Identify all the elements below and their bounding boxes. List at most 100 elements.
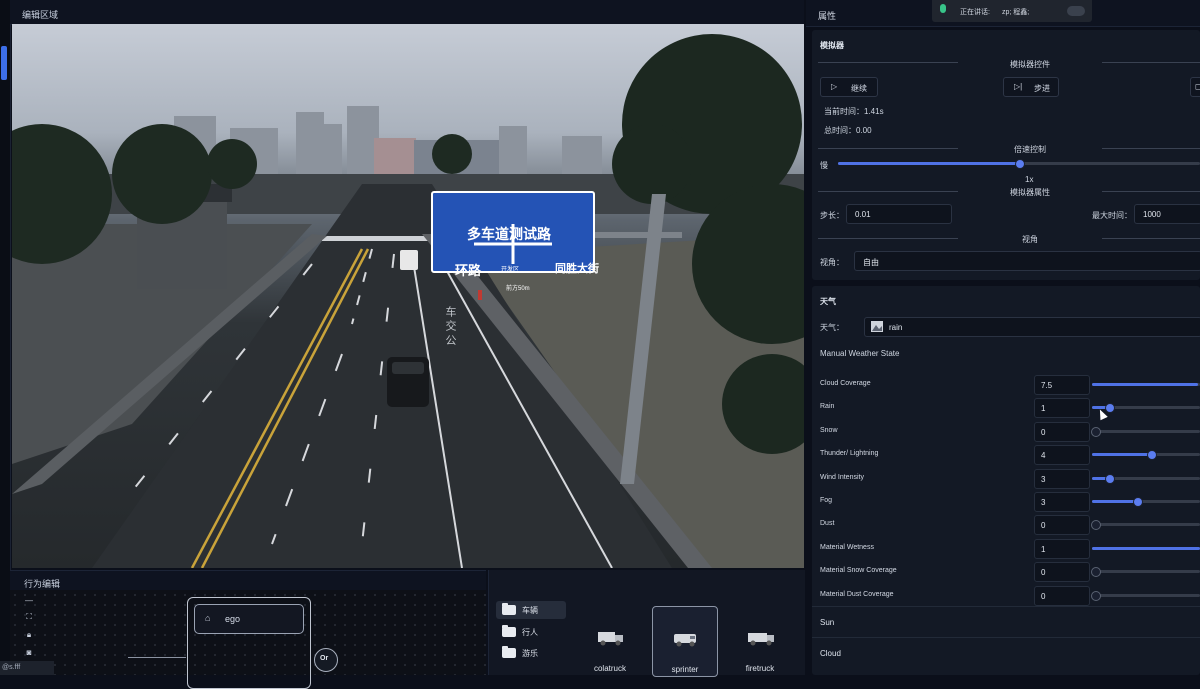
wind-intensity-input[interactable]: 3	[1034, 469, 1090, 489]
continue-button[interactable]: ▷ 继续	[820, 77, 878, 97]
view-select[interactable]: 自由	[854, 251, 1200, 271]
folder-icon	[502, 646, 516, 658]
rain-slider[interactable]	[1092, 403, 1200, 413]
corner-tag: @s.fff	[0, 661, 54, 675]
speed-value: 1x	[1025, 175, 1034, 184]
divider	[1102, 148, 1200, 149]
snow-label: Snow	[820, 427, 838, 434]
rain-value: 1	[1041, 404, 1046, 413]
wind-intensity-slider[interactable]	[1092, 474, 1200, 484]
speaking-control[interactable]	[1067, 6, 1085, 16]
sun-section-title: Sun	[820, 618, 835, 627]
rain-input[interactable]: 1	[1034, 398, 1090, 418]
asset-sprinter[interactable]: sprinter	[652, 606, 718, 677]
or-node-label: Or	[320, 655, 329, 662]
behavior-editor-header: 行为编辑	[10, 570, 486, 591]
material-wetness-slider[interactable]	[1092, 547, 1200, 550]
stop-button[interactable]: ◻	[1190, 77, 1200, 97]
cloud-coverage-slider[interactable]	[1092, 383, 1200, 386]
category-amusement[interactable]: 游乐	[496, 644, 566, 662]
thunder-lightning-input[interactable]: 4	[1034, 445, 1090, 465]
cloud-section[interactable]: Cloud	[812, 637, 1200, 668]
active-tab-indicator[interactable]	[1, 46, 7, 80]
scene-render	[12, 34, 804, 568]
thunder-lightning-slider[interactable]	[1092, 450, 1200, 460]
step-size-value: 0.01	[855, 210, 871, 219]
scene-viewport[interactable]: 多车道测试路 环路 同胜大街 开发区 前方50m 车 交 公	[12, 24, 804, 568]
cloud-coverage-value: 7.5	[1041, 381, 1053, 390]
material-snow-coverage-slider[interactable]	[1091, 567, 1200, 577]
max-time-value: 1000	[1143, 210, 1161, 219]
sign-right-text: 同胜大街	[555, 262, 599, 275]
fog-slider[interactable]	[1092, 497, 1200, 507]
sun-section[interactable]: Sun	[812, 606, 1200, 637]
or-node[interactable]: Or	[314, 648, 338, 672]
lock-icon[interactable]: 🔒︎	[22, 630, 36, 640]
simulator-props-title: 模拟器属性	[1010, 188, 1050, 197]
fog-input[interactable]: 3	[1034, 492, 1090, 512]
fit-screen-icon[interactable]: ⛶	[22, 612, 36, 622]
material-dust-coverage-label: Material Dust Coverage	[820, 591, 894, 598]
fog-label: Fog	[820, 497, 833, 504]
material-dust-coverage-slider[interactable]	[1091, 591, 1200, 601]
material-dust-coverage-value: 0	[1041, 592, 1046, 601]
material-wetness-label: Material Wetness	[820, 544, 874, 551]
material-dust-coverage-input[interactable]: 0	[1034, 586, 1090, 606]
material-wetness-input[interactable]: 1	[1034, 539, 1090, 559]
simulator-controls-title: 模拟器控件	[1010, 60, 1050, 69]
ego-node-label: ego	[225, 614, 241, 624]
weather-select[interactable]: rain	[864, 317, 1200, 337]
category-label: 游乐	[522, 649, 538, 658]
speed-slider-knob[interactable]	[1015, 159, 1025, 169]
weather-title: 天气	[820, 297, 836, 306]
fog-value: 3	[1041, 498, 1046, 507]
dust-slider[interactable]	[1091, 520, 1200, 530]
dust-input[interactable]: 0	[1034, 515, 1090, 535]
camera-icon[interactable]: ◙	[22, 648, 36, 658]
simulator-panel	[812, 30, 1200, 280]
weather-label: 天气：	[820, 323, 844, 332]
firetruck-icon	[748, 633, 774, 646]
speed-slider[interactable]	[838, 159, 1200, 169]
fog-slider-fill	[1092, 500, 1138, 503]
minus-icon[interactable]: —	[22, 596, 36, 606]
snow-value: 0	[1041, 428, 1046, 437]
rain-label: Rain	[820, 403, 835, 410]
step-forward-icon: ▷|	[1014, 82, 1023, 91]
material-snow-coverage-label: Material Snow Coverage	[820, 567, 897, 574]
snow-slider[interactable]	[1091, 427, 1200, 437]
snow-input[interactable]: 0	[1034, 422, 1090, 442]
material-snow-coverage-input[interactable]: 0	[1034, 562, 1090, 582]
max-time-input[interactable]: 1000	[1134, 204, 1200, 224]
cloud-coverage-input[interactable]: 7.5	[1034, 375, 1090, 395]
category-vehicles[interactable]: 车辆	[496, 601, 566, 619]
max-time-label: 最大时间：	[1092, 211, 1132, 220]
category-pedestrians[interactable]: 行人	[496, 623, 566, 641]
graph-connection-wire	[128, 657, 186, 658]
view-value: 自由	[863, 258, 879, 267]
asset-name: firetruck	[745, 664, 775, 673]
car-icon: ⌂	[205, 613, 211, 623]
asset-colatruck[interactable]: colatruck	[578, 606, 642, 675]
editor-title: 编辑区域	[22, 10, 59, 20]
weather-value: rain	[889, 323, 903, 332]
speed-slider-fill	[838, 162, 1019, 165]
dust-label: Dust	[820, 520, 835, 527]
wind-intensity-value: 3	[1041, 475, 1046, 484]
step-button[interactable]: ▷| 步进	[1003, 77, 1059, 97]
sign-center-text: 开发区	[501, 267, 520, 273]
step-size-label: 步长：	[820, 211, 844, 220]
sign-left-text: 环路	[455, 264, 482, 279]
step-size-input[interactable]: 0.01	[846, 204, 952, 224]
speed-control-title: 倍速控制	[1014, 145, 1046, 154]
ego-node-header[interactable]: ⌂ ego	[194, 604, 304, 634]
simulator-title: 模拟器	[820, 41, 844, 50]
asset-firetruck[interactable]: firetruck	[728, 606, 792, 675]
thunder-lightning-slider-fill	[1092, 453, 1152, 456]
weather-image-icon	[871, 321, 883, 332]
van-icon	[674, 634, 696, 647]
divider	[1102, 191, 1200, 192]
stop-icon: ◻	[1195, 82, 1200, 91]
sign-bottom-text: 前方50m	[506, 286, 530, 292]
material-snow-coverage-value: 0	[1041, 568, 1046, 577]
